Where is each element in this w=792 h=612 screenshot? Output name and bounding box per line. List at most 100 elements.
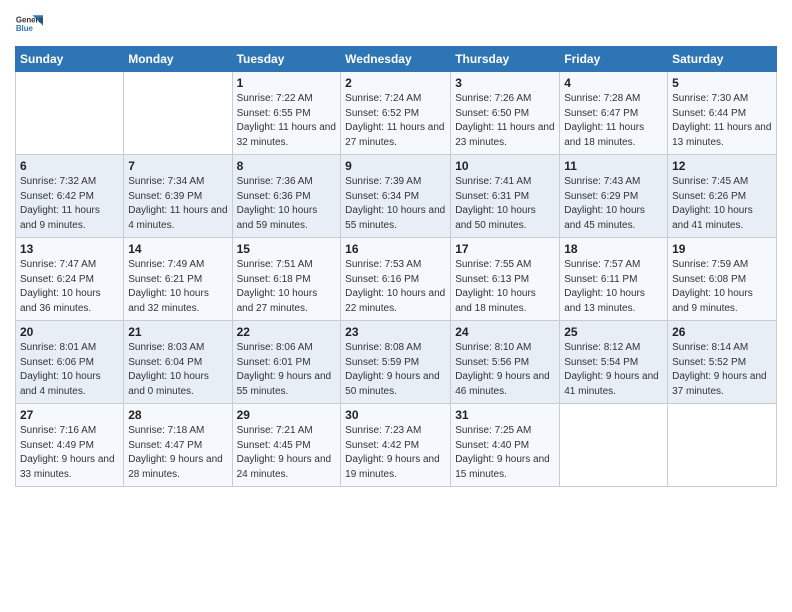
day-cell: 30Sunrise: 7:23 AMSunset: 4:42 PMDayligh… <box>341 404 451 487</box>
week-row-4: 20Sunrise: 8:01 AMSunset: 6:06 PMDayligh… <box>16 321 777 404</box>
day-number: 2 <box>345 76 446 90</box>
week-row-1: 1 Sunrise: 7:22 AMSunset: 6:55 PMDaylight… <box>16 72 777 155</box>
day-number: 1 <box>237 76 337 90</box>
day-cell: 25 Sunrise: 8:12 AMSunset: 5:54 PMDayligh… <box>560 321 668 404</box>
day-detail: Sunrise: 7:24 AMSunset: 6:52 PMDaylight:… <box>345 92 446 150</box>
day-detail: Sunrise: 7:47 AMSunset: 6:24 PMDaylight:… <box>20 258 119 316</box>
day-cell: 4 Sunrise: 7:28 AMSunset: 6:47 PMDaylight… <box>560 72 668 155</box>
day-cell: 29Sunrise: 7:21 AMSunset: 4:45 PMDayligh… <box>232 404 341 487</box>
day-cell: 14 Sunrise: 7:49 AMSunset: 6:21 PMDayligh… <box>124 238 232 321</box>
day-number: 3 <box>455 76 555 90</box>
day-number: 27 <box>20 408 119 422</box>
day-detail: Sunrise: 7:51 AMSunset: 6:18 PMDaylight:… <box>237 258 337 316</box>
day-detail: Sunrise: 7:22 AMSunset: 6:55 PMDaylight:… <box>237 92 337 150</box>
day-cell: 12 Sunrise: 7:45 AMSunset: 6:26 PMDayligh… <box>668 155 777 238</box>
column-header-thursday: Thursday <box>451 47 560 72</box>
day-detail: Sunrise: 8:10 AMSunset: 5:56 PMDaylight:… <box>455 341 555 399</box>
day-cell <box>668 404 777 487</box>
calendar-page: General Blue SundayMondayTuesdayWednesda… <box>0 0 792 612</box>
day-cell <box>124 72 232 155</box>
day-detail: Sunrise: 7:49 AMSunset: 6:21 PMDaylight:… <box>128 258 227 316</box>
day-number: 23 <box>345 325 446 339</box>
day-detail: Sunrise: 8:12 AMSunset: 5:54 PMDaylight:… <box>564 341 663 399</box>
day-detail: Sunrise: 7:28 AMSunset: 6:47 PMDaylight:… <box>564 92 663 150</box>
day-cell: 19 Sunrise: 7:59 AMSunset: 6:08 PMDayligh… <box>668 238 777 321</box>
day-number: 26 <box>672 325 772 339</box>
day-detail: Sunrise: 7:41 AMSunset: 6:31 PMDaylight:… <box>455 175 555 233</box>
day-cell: 26 Sunrise: 8:14 AMSunset: 5:52 PMDayligh… <box>668 321 777 404</box>
day-number: 4 <box>564 76 663 90</box>
logo: General Blue <box>15 10 43 38</box>
column-header-sunday: Sunday <box>16 47 124 72</box>
day-cell: 31Sunrise: 7:25 AMSunset: 4:40 PMDayligh… <box>451 404 560 487</box>
day-number: 13 <box>20 242 119 256</box>
day-cell: 16Sunrise: 7:53 AMSunset: 6:16 PMDayligh… <box>341 238 451 321</box>
day-detail: Sunrise: 7:53 AMSunset: 6:16 PMDaylight:… <box>345 258 446 316</box>
day-cell: 9 Sunrise: 7:39 AMSunset: 6:34 PMDaylight… <box>341 155 451 238</box>
day-detail: Sunrise: 7:55 AMSunset: 6:13 PMDaylight:… <box>455 258 555 316</box>
day-detail: Sunrise: 7:16 AMSunset: 4:49 PMDaylight:… <box>20 424 119 482</box>
day-number: 7 <box>128 159 227 173</box>
day-cell: 22Sunrise: 8:06 AMSunset: 6:01 PMDayligh… <box>232 321 341 404</box>
day-cell: 13 Sunrise: 7:47 AMSunset: 6:24 PMDayligh… <box>16 238 124 321</box>
day-cell: 21 Sunrise: 8:03 AMSunset: 6:04 PMDayligh… <box>124 321 232 404</box>
day-cell: 2 Sunrise: 7:24 AMSunset: 6:52 PMDaylight… <box>341 72 451 155</box>
day-number: 5 <box>672 76 772 90</box>
day-detail: Sunrise: 8:14 AMSunset: 5:52 PMDaylight:… <box>672 341 772 399</box>
day-detail: Sunrise: 7:59 AMSunset: 6:08 PMDaylight:… <box>672 258 772 316</box>
day-cell: 11 Sunrise: 7:43 AMSunset: 6:29 PMDayligh… <box>560 155 668 238</box>
week-row-2: 6 Sunrise: 7:32 AMSunset: 6:42 PMDaylight… <box>16 155 777 238</box>
column-header-saturday: Saturday <box>668 47 777 72</box>
day-detail: Sunrise: 7:21 AMSunset: 4:45 PMDaylight:… <box>237 424 337 482</box>
week-row-5: 27 Sunrise: 7:16 AMSunset: 4:49 PMDayligh… <box>16 404 777 487</box>
day-number: 24 <box>455 325 555 339</box>
day-cell: 23 Sunrise: 8:08 AMSunset: 5:59 PMDayligh… <box>341 321 451 404</box>
day-detail: Sunrise: 7:36 AMSunset: 6:36 PMDaylight:… <box>237 175 337 233</box>
day-cell: 17 Sunrise: 7:55 AMSunset: 6:13 PMDayligh… <box>451 238 560 321</box>
day-number: 19 <box>672 242 772 256</box>
day-detail: Sunrise: 7:30 AMSunset: 6:44 PMDaylight:… <box>672 92 772 150</box>
day-number: 22 <box>237 325 337 339</box>
day-detail: Sunrise: 7:39 AMSunset: 6:34 PMDaylight:… <box>345 175 446 233</box>
day-cell: 24 Sunrise: 8:10 AMSunset: 5:56 PMDayligh… <box>451 321 560 404</box>
day-cell: 28 Sunrise: 7:18 AMSunset: 4:47 PMDayligh… <box>124 404 232 487</box>
column-header-tuesday: Tuesday <box>232 47 341 72</box>
day-number: 21 <box>128 325 227 339</box>
column-header-friday: Friday <box>560 47 668 72</box>
svg-text:Blue: Blue <box>16 24 34 33</box>
column-header-wednesday: Wednesday <box>341 47 451 72</box>
day-cell <box>560 404 668 487</box>
day-cell: 7Sunrise: 7:34 AMSunset: 6:39 PMDaylight… <box>124 155 232 238</box>
day-cell: 1 Sunrise: 7:22 AMSunset: 6:55 PMDaylight… <box>232 72 341 155</box>
day-detail: Sunrise: 8:03 AMSunset: 6:04 PMDaylight:… <box>128 341 227 399</box>
day-number: 10 <box>455 159 555 173</box>
day-detail: Sunrise: 8:08 AMSunset: 5:59 PMDaylight:… <box>345 341 446 399</box>
day-number: 6 <box>20 159 119 173</box>
day-number: 18 <box>564 242 663 256</box>
calendar-table: SundayMondayTuesdayWednesdayThursdayFrid… <box>15 46 777 487</box>
day-detail: Sunrise: 7:32 AMSunset: 6:42 PMDaylight:… <box>20 175 119 233</box>
day-number: 30 <box>345 408 446 422</box>
column-header-monday: Monday <box>124 47 232 72</box>
svg-text:General: General <box>16 15 43 24</box>
day-number: 17 <box>455 242 555 256</box>
day-cell: 6 Sunrise: 7:32 AMSunset: 6:42 PMDaylight… <box>16 155 124 238</box>
day-number: 9 <box>345 159 446 173</box>
day-number: 15 <box>237 242 337 256</box>
day-cell: 18Sunrise: 7:57 AMSunset: 6:11 PMDayligh… <box>560 238 668 321</box>
day-cell: 3 Sunrise: 7:26 AMSunset: 6:50 PMDaylight… <box>451 72 560 155</box>
day-number: 12 <box>672 159 772 173</box>
day-detail: Sunrise: 7:18 AMSunset: 4:47 PMDaylight:… <box>128 424 227 482</box>
day-cell: 8Sunrise: 7:36 AMSunset: 6:36 PMDaylight… <box>232 155 341 238</box>
day-number: 14 <box>128 242 227 256</box>
day-detail: Sunrise: 7:26 AMSunset: 6:50 PMDaylight:… <box>455 92 555 150</box>
day-detail: Sunrise: 7:45 AMSunset: 6:26 PMDaylight:… <box>672 175 772 233</box>
day-number: 25 <box>564 325 663 339</box>
day-number: 31 <box>455 408 555 422</box>
day-number: 11 <box>564 159 663 173</box>
day-number: 28 <box>128 408 227 422</box>
logo-icon: General Blue <box>15 10 43 38</box>
header: General Blue <box>15 10 777 38</box>
day-detail: Sunrise: 7:43 AMSunset: 6:29 PMDaylight:… <box>564 175 663 233</box>
week-row-3: 13 Sunrise: 7:47 AMSunset: 6:24 PMDayligh… <box>16 238 777 321</box>
